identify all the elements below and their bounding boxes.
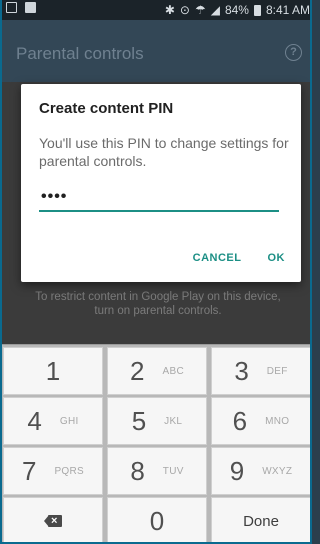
dialog-title: Create content PIN [39,100,174,117]
parental-controls-description: To restrict content in Google Play on th… [35,291,281,317]
key-0[interactable]: 0 [107,497,207,542]
clock: 8:41 AM [265,3,310,17]
app-bar: Parental controls ? [2,20,310,82]
ok-button[interactable]: OK [268,252,286,264]
create-pin-dialog: Create content PIN You'll use this PIN t… [21,84,301,282]
backspace-key[interactable]: × [3,497,103,542]
key-3[interactable]: 3 DEF [211,347,310,395]
key-7[interactable]: 7 PQRS [3,447,103,495]
screen-frame: ✱ ⊙ ☂ ◢ 84% 8:41 AM Parental controls ? … [0,0,312,544]
bluetooth-icon: ✱ [164,3,175,17]
help-icon[interactable]: ? [285,44,302,61]
key-5[interactable]: 5 JKL [107,397,207,445]
backspace-icon: × [44,515,62,527]
key-8[interactable]: 8 TUV [107,447,207,495]
alarm-icon: ⊙ [179,3,190,17]
signal-icon: ◢ [210,3,220,17]
battery-icon [253,4,261,16]
key-9[interactable]: 9 WXYZ [211,447,310,495]
dialog-message: You'll use this PIN to change settings f… [39,135,289,169]
key-6[interactable]: 6 MNO [211,397,310,445]
key-1[interactable]: 1 [3,347,103,395]
wifi-icon: ☂ [194,3,206,17]
page-title: Parental controls [16,44,144,63]
pin-input[interactable] [39,184,279,212]
numeric-keypad: 1 2 ABC 3 DEF 4 GHI 5 JKL 6 MNO 7 PQRS 8… [2,344,310,542]
screenshot-icon [25,2,36,13]
notification-icon [6,2,17,13]
battery-percent: 84% [224,3,249,17]
key-4[interactable]: 4 GHI [3,397,103,445]
status-bar: ✱ ⊙ ☂ ◢ 84% 8:41 AM [2,0,310,20]
key-2[interactable]: 2 ABC [107,347,207,395]
cancel-button[interactable]: CANCEL [193,252,242,264]
done-key[interactable]: Done [211,497,310,542]
